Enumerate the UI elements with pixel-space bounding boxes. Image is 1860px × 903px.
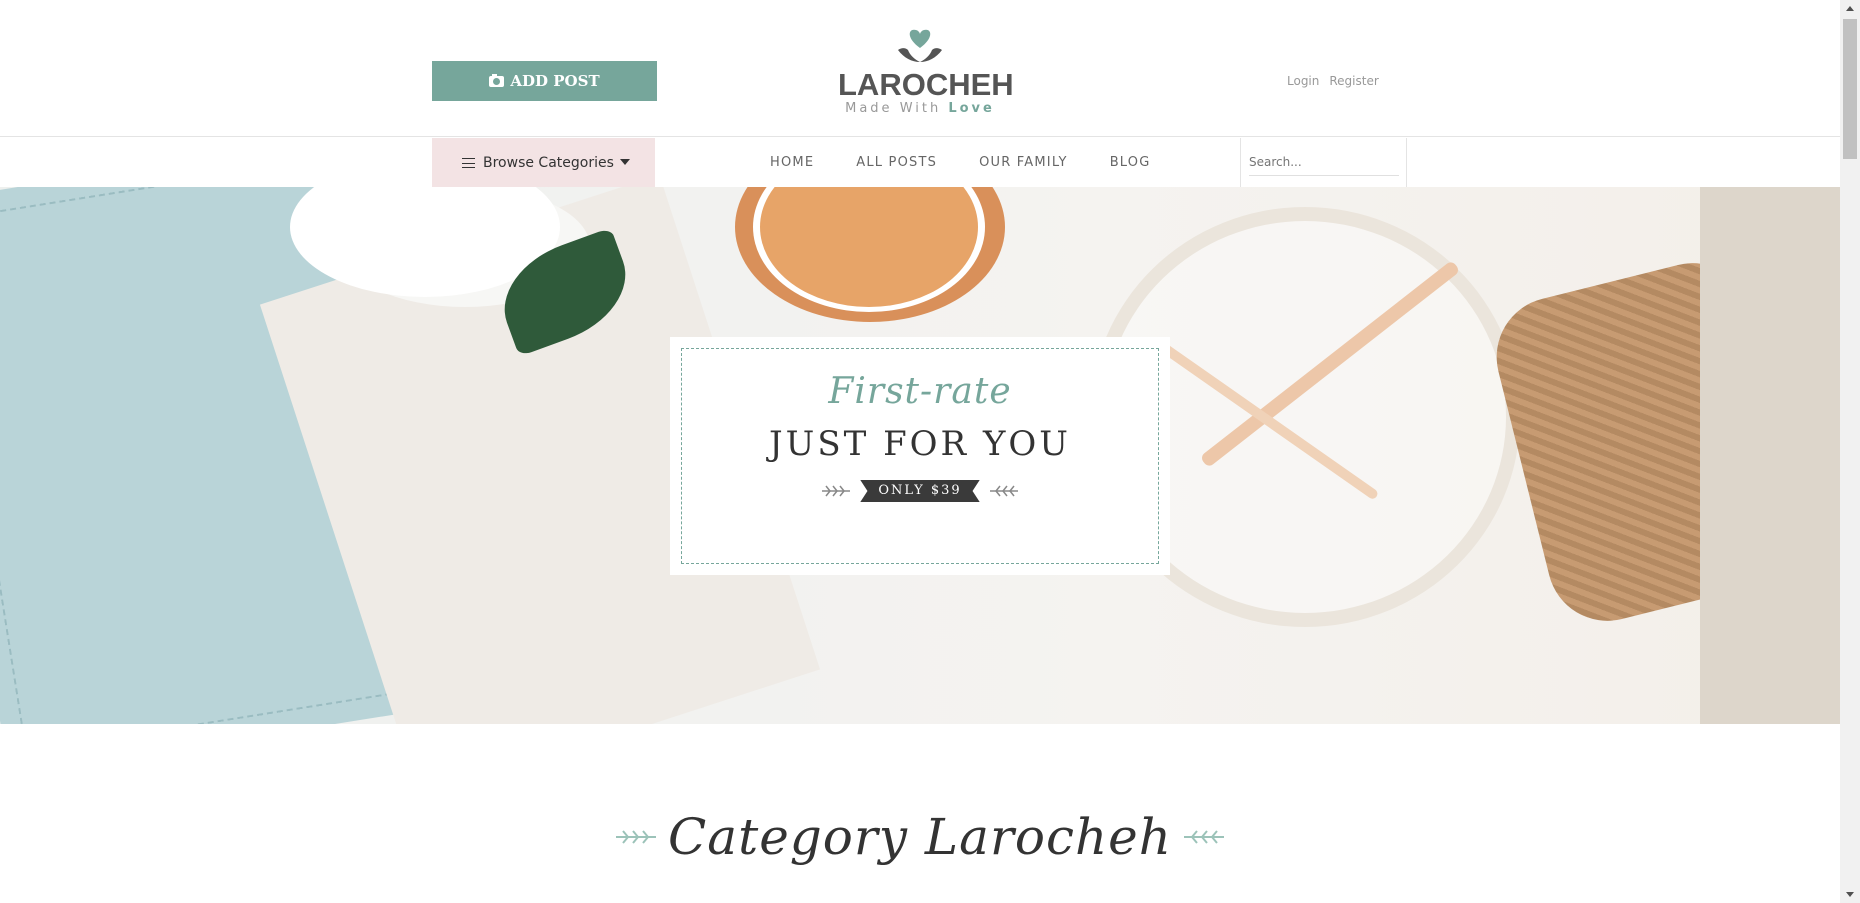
add-post-button[interactable]: ADD POST	[432, 61, 657, 101]
search-input[interactable]	[1249, 148, 1399, 176]
logo-name: LAROCHEH	[838, 67, 1014, 102]
heart-hands-icon	[898, 29, 942, 62]
hamburger-icon	[462, 157, 475, 168]
nav-item-all-posts[interactable]: ALL POSTS	[856, 155, 937, 170]
nav-item-home[interactable]: HOME	[770, 155, 814, 170]
sprig-icon	[1183, 830, 1224, 844]
browse-categories-button[interactable]: Browse Categories	[432, 138, 655, 187]
nav-item-our-family[interactable]: OUR FAMILY	[979, 155, 1068, 170]
category-section-heading: Category Larocheh	[0, 808, 1840, 866]
promo-card[interactable]: First-rate JUST FOR YOU ONLY $39	[670, 337, 1170, 575]
sprig-icon	[616, 830, 657, 844]
main-nav: Browse Categories HOME ALL POSTS OUR FAM…	[0, 138, 1840, 187]
auth-links: Login Register	[1287, 74, 1379, 88]
search-box	[1240, 138, 1407, 187]
promo-title: JUST FOR YOU	[769, 424, 1071, 464]
logo-tagline: Made With Love	[838, 101, 1002, 116]
register-link[interactable]: Register	[1329, 74, 1378, 88]
sprig-icon	[989, 485, 1018, 497]
site-logo[interactable]: LAROCHEH Made With Love	[838, 28, 1014, 120]
scroll-down-arrow-icon[interactable]	[1840, 886, 1860, 903]
camera-icon	[489, 73, 505, 87]
login-link[interactable]: Login	[1287, 74, 1319, 88]
hero-banner: First-rate JUST FOR YOU ONLY $39	[0, 187, 1840, 724]
scroll-up-arrow-icon[interactable]	[1840, 0, 1860, 17]
logo-tag-emphasis: Love	[948, 101, 995, 116]
promo-script-text: First-rate	[828, 371, 1012, 412]
price-ribbon: ONLY $39	[860, 480, 980, 502]
price-row: ONLY $39	[682, 480, 1158, 502]
promo-card-border: First-rate JUST FOR YOU ONLY $39	[681, 348, 1159, 564]
category-section-title: Category Larocheh	[668, 808, 1172, 866]
site-header: ADD POST LAROCHEH Made With Love Login R…	[0, 0, 1840, 137]
scroll-thumb[interactable]	[1843, 19, 1857, 159]
logo-tag-prefix: Made With	[845, 101, 949, 116]
add-post-label: ADD POST	[510, 72, 600, 90]
page-scrollbar[interactable]	[1840, 0, 1860, 903]
browse-categories-label: Browse Categories	[483, 154, 614, 171]
caret-down-icon	[620, 159, 630, 165]
hero-photo-cloth	[1700, 187, 1840, 724]
nav-menu: HOME ALL POSTS OUR FAMILY BLOG	[770, 138, 1193, 187]
nav-item-blog[interactable]: BLOG	[1110, 155, 1151, 170]
sprig-icon	[822, 485, 851, 497]
